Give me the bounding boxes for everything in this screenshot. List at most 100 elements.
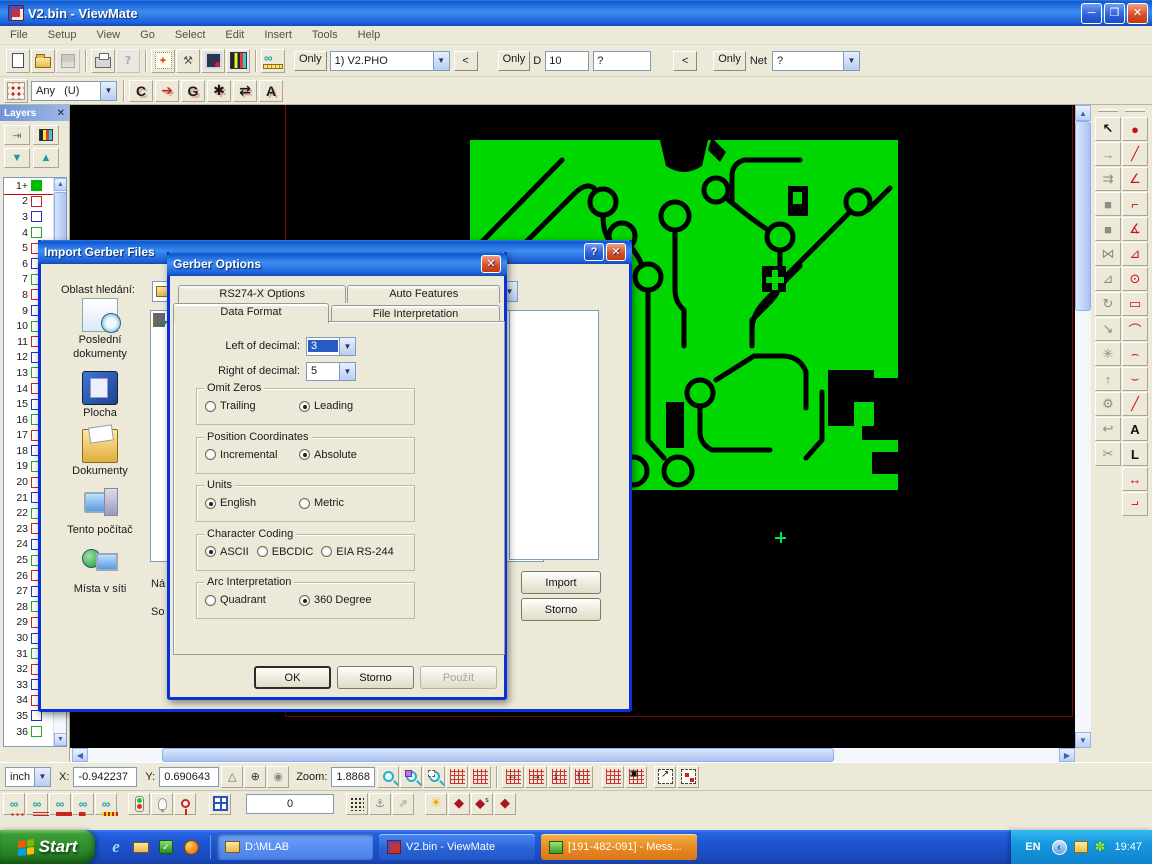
grid-dense-icon[interactable] — [469, 766, 491, 788]
scroll-down-icon[interactable]: ▼ — [1075, 732, 1091, 748]
draw-text-button[interactable]: A — [1122, 417, 1148, 441]
radio-icon[interactable] — [321, 546, 332, 557]
horizontal-scrollbar[interactable]: ◀ ▶ — [70, 748, 1075, 762]
close-button[interactable]: ✕ — [1127, 3, 1148, 24]
radio-english[interactable]: English — [205, 497, 291, 509]
trace-arrow-button[interactable]: ➔ — [155, 80, 179, 102]
chevron-down-icon[interactable]: ▼ — [34, 768, 50, 786]
tab-auto-features[interactable]: Auto Features — [347, 285, 500, 303]
ghost-move-icon[interactable]: ⇗ — [392, 793, 414, 815]
radio-icon[interactable] — [205, 449, 216, 460]
chevron-down-icon[interactable]: ▼ — [339, 338, 355, 355]
menu-go[interactable]: Go — [130, 27, 165, 43]
radio-trailing[interactable]: Trailing — [205, 400, 291, 412]
move-selection-button[interactable]: ⇉ — [1095, 167, 1121, 191]
task-viewmate-window[interactable]: V2.bin - ViewMate — [379, 834, 535, 860]
anchor-icon[interactable]: ⚓ — [369, 793, 391, 815]
grid-corner-icon[interactable] — [446, 766, 468, 788]
snap-button[interactable]: + — [151, 49, 175, 73]
gerber-dialog-titlebar[interactable]: Gerber Options ✕ — [167, 252, 507, 276]
import-button[interactable]: Import — [521, 571, 601, 594]
transform-button[interactable]: ✳ — [1095, 342, 1121, 366]
film-colors-button[interactable] — [226, 49, 250, 73]
layer-swatch[interactable] — [31, 180, 42, 191]
folder-shortcut-icon[interactable] — [132, 838, 150, 856]
scroll-right-icon[interactable]: ▶ — [1059, 748, 1075, 762]
view-dcodes-icon[interactable]: ∞ — [3, 793, 25, 815]
draw-curve-button[interactable]: ⌒ — [1122, 317, 1148, 341]
radio-ascii[interactable]: ASCII — [205, 546, 249, 558]
net-combo[interactable]: ? ▼ — [772, 51, 860, 71]
radio-incremental[interactable]: Incremental — [205, 449, 291, 461]
draw-arc-down-button[interactable]: ⌣ — [1122, 367, 1148, 391]
goto-layer-button[interactable]: ⇥ — [4, 125, 30, 145]
radio-icon[interactable] — [205, 595, 216, 606]
flash-star-button[interactable]: ✱ — [207, 80, 231, 102]
view-highlight-icon[interactable]: ∞ — [95, 793, 117, 815]
radio-eia-rs-244[interactable]: EIA RS-244 — [321, 546, 393, 558]
window-grid-icon[interactable] — [209, 793, 231, 815]
menu-view[interactable]: View — [86, 27, 130, 43]
zoom-selection-icon[interactable] — [423, 766, 445, 788]
layer-swatch[interactable] — [31, 196, 42, 207]
radio-metric[interactable]: Metric — [299, 497, 385, 509]
scroll-thumb[interactable] — [1075, 121, 1091, 311]
measure-button[interactable]: ∞ — [261, 49, 285, 73]
draw-line-button[interactable]: ╱ — [1122, 142, 1148, 166]
pad-fill-icon[interactable]: ◆ — [448, 793, 470, 815]
cut-trace-button[interactable]: ✂ — [1095, 442, 1121, 466]
radio-icon[interactable] — [205, 546, 216, 557]
layer-swatch[interactable] — [31, 710, 42, 721]
draw-pad-button[interactable]: ● — [1122, 117, 1148, 141]
scroll-up-icon[interactable]: ▲ — [1075, 105, 1091, 121]
layer-swatch[interactable] — [31, 211, 42, 222]
draw-round-pad-button[interactable]: ⊙ — [1122, 267, 1148, 291]
settings-gear-button[interactable]: ⚙ — [1095, 392, 1121, 416]
green-app-icon[interactable]: ✓ — [157, 838, 175, 856]
pan-down-icon[interactable]: ↓ — [548, 766, 570, 788]
film-query-button[interactable] — [201, 49, 225, 73]
pointer-button[interactable]: ↖ — [1095, 117, 1121, 141]
bulb-off-icon[interactable] — [151, 793, 173, 815]
tray-notes-icon[interactable] — [1074, 841, 1088, 853]
fill-solid-button[interactable]: ■ — [1095, 192, 1121, 216]
chevron-down-icon[interactable]: ▼ — [433, 52, 449, 70]
grid-page-icon[interactable] — [602, 766, 624, 788]
firefox-icon[interactable] — [182, 838, 200, 856]
draw-dimension-button[interactable]: ↔ — [1122, 467, 1148, 491]
storno-button[interactable]: Storno — [337, 666, 414, 689]
start-button[interactable]: Start — [0, 830, 95, 864]
tray-icq-icon[interactable]: ✽ — [1095, 840, 1106, 855]
measure-triangle-icon[interactable]: △ — [221, 766, 243, 788]
radio-icon[interactable] — [205, 401, 216, 412]
layer-up-button[interactable]: ▲ — [33, 148, 59, 168]
prev-layer-button[interactable]: < — [454, 51, 478, 71]
layer-combo[interactable]: 1) V2.PHO ▼ — [330, 51, 450, 71]
toolbar-grip[interactable] — [1125, 109, 1145, 112]
zoom-window-icon[interactable] — [400, 766, 422, 788]
scale-button[interactable]: ↘ — [1095, 317, 1121, 341]
probe-icon[interactable]: ◉ — [267, 766, 289, 788]
radio-icon[interactable] — [205, 498, 216, 509]
vertical-scrollbar[interactable]: ▲ ▼ — [1075, 105, 1091, 748]
radio-360-degree[interactable]: 360 Degree — [299, 594, 385, 606]
flip-button[interactable]: ⊿ — [1095, 267, 1121, 291]
draw-rect-button[interactable]: ▭ — [1122, 292, 1148, 316]
only-dcode-button[interactable]: Only — [498, 51, 531, 71]
flash-mode-icon[interactable]: ☀ — [425, 793, 447, 815]
draw-angle-arc-button[interactable]: ∡ — [1122, 217, 1148, 241]
draw-triangle-button[interactable]: ⊿ — [1122, 242, 1148, 266]
scroll-left-icon[interactable]: ◀ — [72, 748, 88, 762]
text-a-button[interactable]: A — [259, 80, 283, 102]
dot-grid-icon[interactable] — [346, 793, 368, 815]
shape-filter-combo[interactable]: Any (U) ▼ — [31, 81, 117, 101]
chevron-down-icon[interactable]: ▼ — [100, 82, 116, 100]
swap-arrows-button[interactable]: ⇄ — [233, 80, 257, 102]
draw-slash-button[interactable]: ╱ — [1122, 392, 1148, 416]
radio-icon[interactable] — [299, 595, 310, 606]
menu-select[interactable]: Select — [165, 27, 216, 43]
pad-special-icon[interactable]: ◆s — [471, 793, 493, 815]
grid-value[interactable]: 0 — [246, 794, 334, 814]
only-net-button[interactable]: Only — [713, 51, 746, 71]
task-explorer-mlab[interactable]: D:\MLAB — [217, 834, 373, 860]
